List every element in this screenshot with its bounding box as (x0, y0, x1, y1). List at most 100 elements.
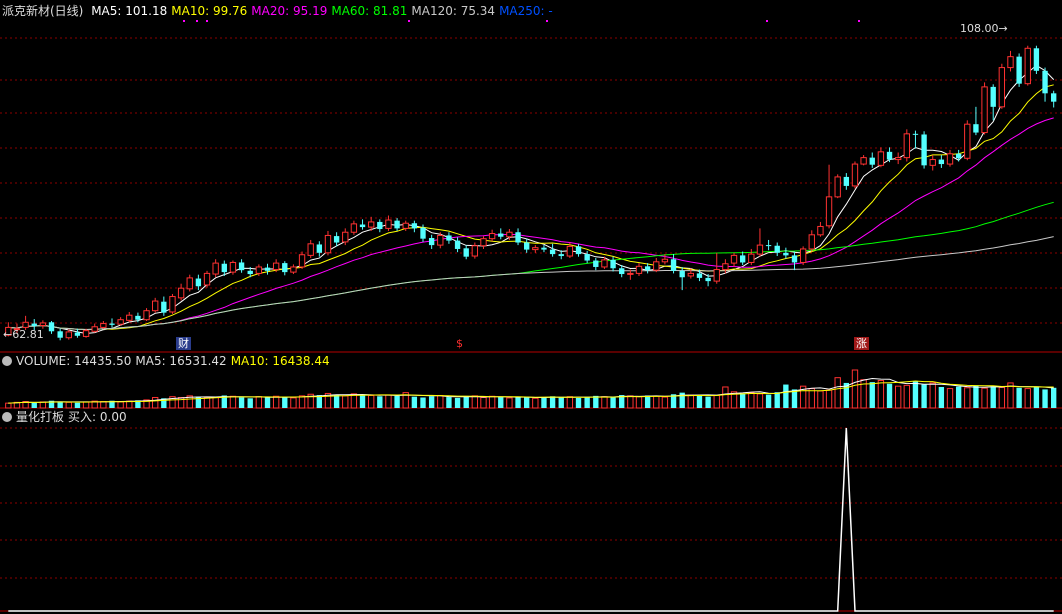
candle-body (152, 300, 159, 312)
volume-bar (722, 386, 729, 409)
event-marker-finance[interactable]: 财 (176, 337, 191, 350)
candle-body (774, 245, 780, 253)
candle-body (921, 134, 927, 166)
candle-body (247, 270, 253, 275)
candle-body (817, 225, 824, 236)
candle-body (1033, 48, 1040, 71)
volume-bar (126, 400, 133, 409)
volume-bar (39, 401, 47, 409)
top-signal-dot (766, 20, 768, 22)
candle-body (834, 176, 841, 198)
volume-bar (1042, 389, 1048, 408)
volume-ma10: MA10: 16438.44 (230, 354, 330, 368)
volume-bar (541, 397, 547, 408)
volume-bar (1024, 388, 1031, 409)
event-marker-dollar[interactable]: $ (454, 337, 465, 350)
candle-body (22, 321, 29, 328)
stock-title[interactable]: 派克新材(日线) (2, 4, 83, 18)
indicator-panel-header: 量化打板 买入: 0.00 (2, 409, 131, 425)
candle-body (869, 157, 875, 165)
candle-body (894, 157, 902, 161)
volume-bar (420, 397, 426, 408)
candle-body (1024, 47, 1031, 85)
candle-body (48, 322, 55, 332)
candle-body (1016, 56, 1022, 84)
indicator-line (8, 427, 1054, 612)
ma-label: MA250: - (499, 4, 553, 18)
candle-body (117, 319, 124, 325)
candle-body (860, 157, 867, 165)
volume-bar (212, 396, 219, 409)
settings-gear-icon[interactable] (2, 412, 12, 422)
candle-body (480, 238, 487, 247)
volume-bar (756, 393, 764, 409)
candle-body (990, 86, 996, 107)
volume-bar (973, 385, 979, 408)
volume-bar (990, 386, 996, 408)
candle-body (91, 326, 98, 332)
volume-bar (385, 394, 392, 409)
candle-body (1042, 70, 1048, 94)
candle-body (238, 262, 245, 271)
candle-body (177, 287, 185, 299)
candle-body (687, 272, 695, 277)
chart-window: 派克新材(日线) MA5: 101.18 MA10: 99.76 MA20: 95.… (0, 0, 1062, 614)
volume-bar (488, 395, 496, 409)
volume-bar (705, 396, 711, 408)
volume-bar (739, 393, 746, 408)
candle-body (593, 260, 599, 267)
volume-bar (869, 382, 875, 408)
volume-bar (955, 386, 962, 408)
volume-bar (851, 369, 859, 409)
volume-ma5: MA5: 16531.42 (135, 354, 227, 368)
candle-body (783, 252, 789, 256)
volume-bar (471, 395, 479, 409)
volume-bar (359, 394, 366, 408)
volume-bar (515, 396, 521, 408)
volume-bar (912, 381, 919, 408)
ma10-line (8, 84, 1054, 331)
top-signal-dot (546, 20, 548, 22)
volume-bar (1051, 387, 1057, 408)
candle-body (524, 242, 530, 250)
candle-body (272, 262, 280, 271)
candle-body (333, 236, 340, 243)
candle-body (679, 270, 685, 278)
top-signal-dot (196, 20, 198, 22)
ma-label: MA10: 99.76 (171, 4, 248, 18)
settings-gear-icon[interactable] (2, 356, 12, 366)
candle-body (912, 133, 919, 135)
candle-body (635, 265, 643, 274)
event-marker-limit-up[interactable]: 涨 (854, 337, 869, 350)
candle-body (955, 153, 962, 159)
volume-bar (411, 396, 418, 408)
candle-body (39, 322, 47, 326)
candle-body (946, 153, 954, 165)
volume-bar (783, 384, 789, 408)
volume-bar (791, 389, 798, 408)
candle-body (566, 245, 574, 257)
volume-bar (610, 397, 616, 408)
volume-bar (549, 396, 556, 408)
candle-body (1007, 56, 1014, 69)
volume-bar (635, 396, 643, 409)
volume-bar (1033, 386, 1040, 408)
volume-bar (1016, 387, 1022, 408)
volume-bar (428, 396, 435, 408)
candle-body (135, 315, 141, 320)
candle-body (221, 263, 227, 273)
candle-body (377, 221, 383, 230)
volume-bar (247, 398, 253, 408)
volume-bar (765, 394, 772, 408)
candle-body (644, 266, 651, 271)
candle-body (324, 234, 332, 254)
kline-chart[interactable] (0, 0, 1062, 614)
candle-body (756, 244, 764, 255)
volume-bar (117, 401, 124, 409)
volume-bar (463, 396, 469, 408)
ma-label: MA20: 95.19 (251, 4, 328, 18)
volume-bar (524, 397, 530, 408)
candle-body (402, 222, 409, 229)
ma-label: MA120: 75.34 (411, 4, 496, 18)
candle-body (307, 243, 314, 256)
